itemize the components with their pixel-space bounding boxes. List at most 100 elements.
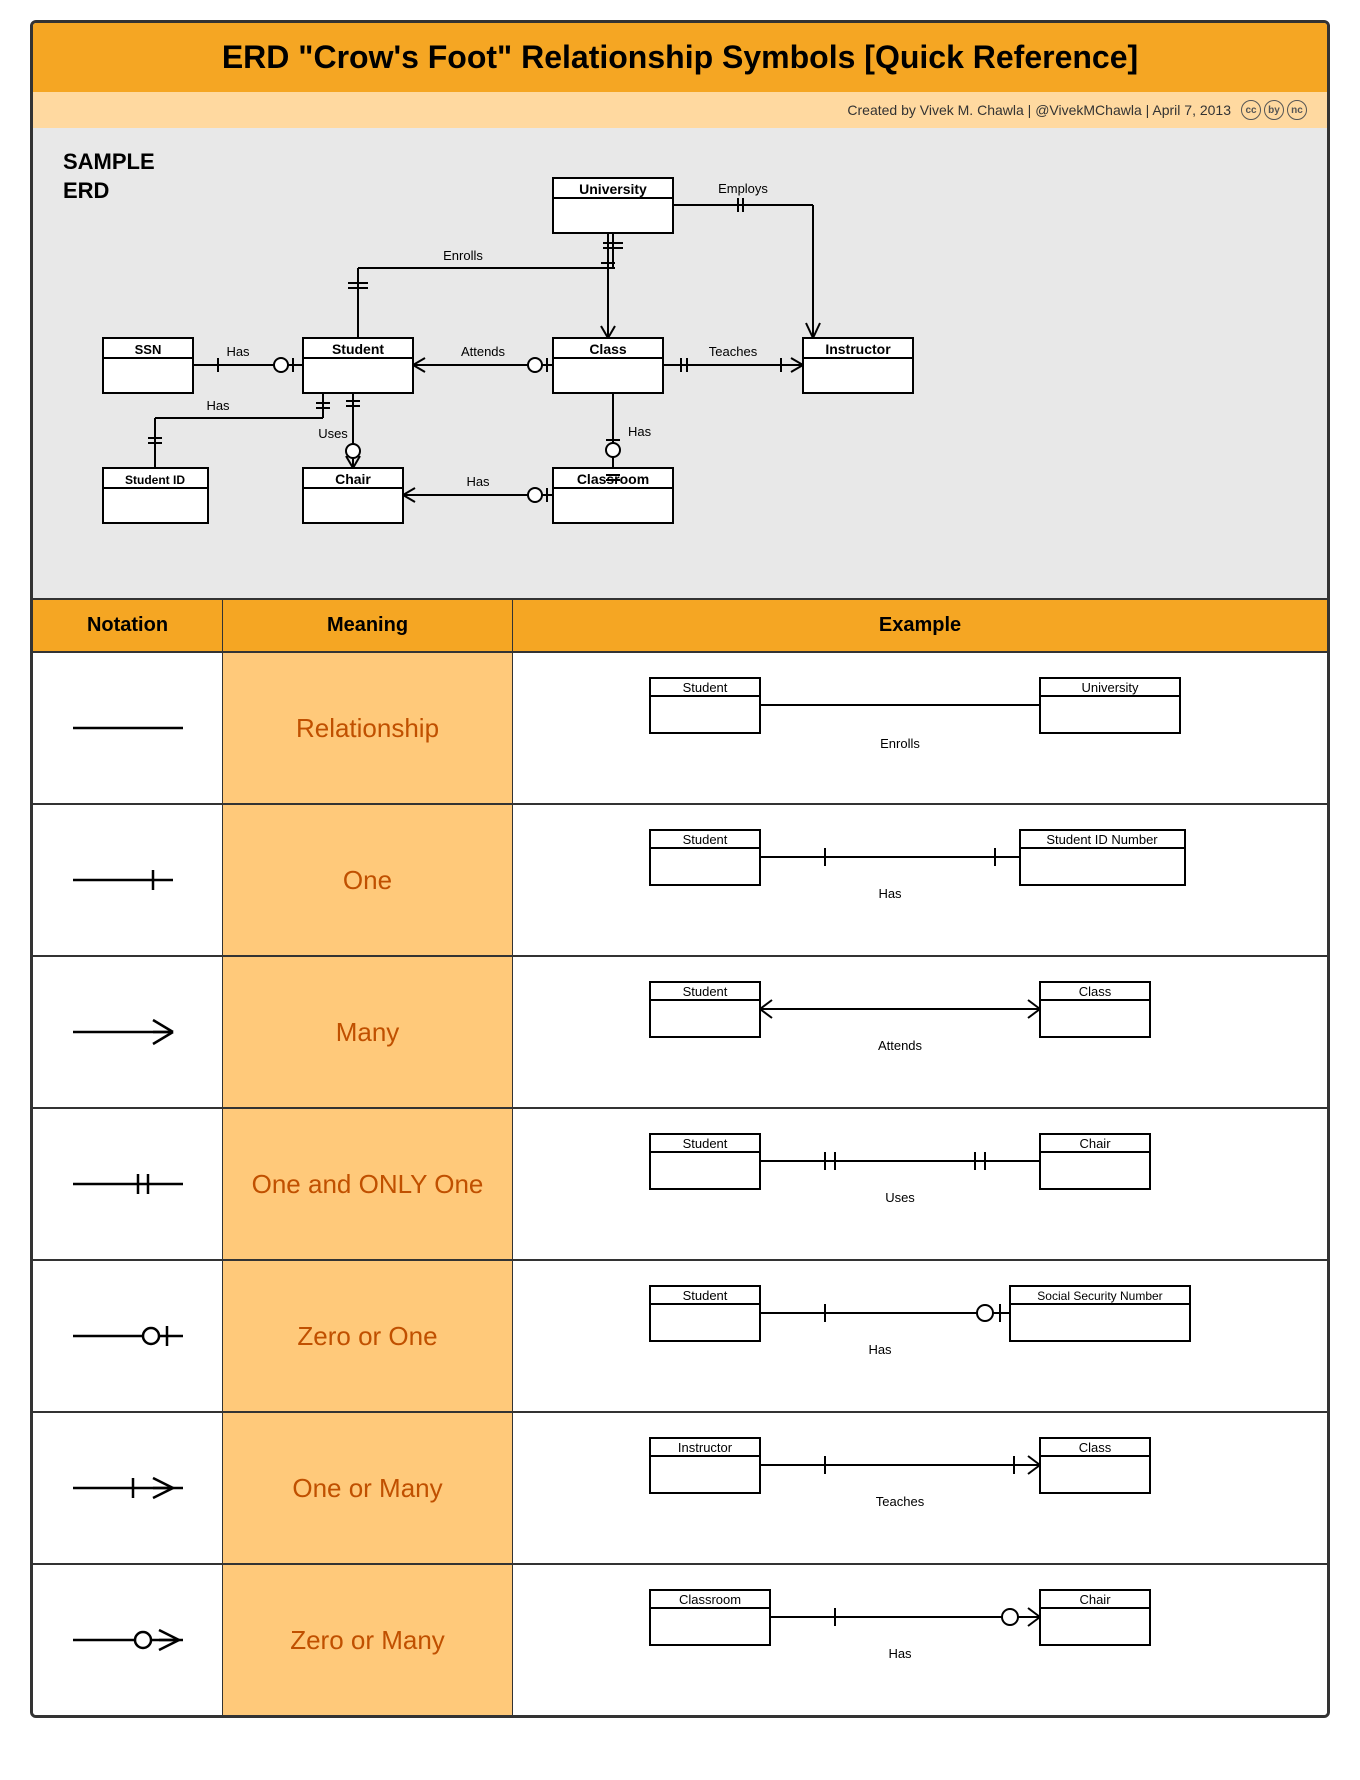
svg-text:Enrolls: Enrolls [443,248,483,263]
svg-text:Uses: Uses [318,426,348,441]
meaning-text-relationship: Relationship [296,713,439,744]
example-svg-one: Student Student ID Number Has [533,820,1307,940]
svg-text:Student: Student [683,984,728,999]
svg-text:Instructor: Instructor [678,1440,733,1455]
svg-text:University: University [1081,680,1139,695]
svg-text:Chair: Chair [1079,1136,1111,1151]
meaning-text-zero-one: Zero or One [297,1321,437,1352]
svg-text:Employs: Employs [718,181,768,196]
example-one: Student Student ID Number Has [513,805,1327,955]
notation-svg-zero-one [63,1311,193,1361]
notation-svg-zero-many [63,1615,193,1665]
notation-zero-many [33,1565,223,1715]
meaning-one-only: One and ONLY One [223,1109,513,1259]
example-svg-many: Student Class Attends [533,972,1307,1092]
meaning-one: One [223,805,513,955]
svg-text:Social Security Number: Social Security Number [1037,1289,1162,1303]
notation-one-many [33,1413,223,1563]
erd-section: SAMPLEERD University Student SSN Class [33,128,1327,600]
meaning-text-one: One [343,865,392,896]
example-relationship: Student University Enrolls [513,653,1327,803]
svg-text:Has: Has [226,344,250,359]
row-zero-many: Zero or Many Classroom Chair [33,1565,1327,1715]
header-notation: Notation [33,600,223,651]
svg-text:Has: Has [466,474,490,489]
svg-text:Has: Has [878,886,902,901]
svg-text:Student ID Number: Student ID Number [1046,832,1158,847]
example-svg-zero-one: Student Social Security Number Has [533,1276,1307,1396]
example-one-many: Instructor Class Teaches [513,1413,1327,1563]
example-svg-relationship: Student University Enrolls [533,668,1307,788]
meaning-zero-many: Zero or Many [223,1565,513,1715]
svg-text:Chair: Chair [1079,1592,1111,1607]
svg-text:Class: Class [1079,984,1112,999]
ex-label: Student [683,680,728,695]
svg-text:Uses: Uses [885,1190,915,1205]
svg-text:Has: Has [868,1342,892,1357]
svg-text:Student: Student [683,832,728,847]
notation-zero-one [33,1261,223,1411]
row-zero-one: Zero or One Student Social Security Numb… [33,1261,1327,1413]
cc-icons: cc by nc [1241,100,1307,120]
header-meaning: Meaning [223,600,513,651]
row-one: One Student Student ID Number Has [33,805,1327,957]
notation-svg-one-only [63,1159,193,1209]
meaning-text-zero-many: Zero or Many [290,1625,445,1656]
svg-text:Has: Has [628,424,652,439]
svg-text:Student: Student [332,341,384,357]
meaning-text-one-many: One or Many [292,1473,442,1504]
meaning-many: Many [223,957,513,1107]
example-zero-one: Student Social Security Number Has [513,1261,1327,1411]
svg-text:Teaches: Teaches [709,344,758,359]
subtitle-text: Created by Vivek M. Chawla | @VivekMChaw… [847,102,1231,118]
notation-relationship [33,653,223,803]
notation-svg-many [63,1007,193,1057]
notation-one [33,805,223,955]
svg-text:Attends: Attends [461,344,506,359]
meaning-text-many: Many [336,1017,400,1048]
title-bar: ERD "Crow's Foot" Relationship Symbols [… [33,23,1327,92]
svg-text:Enrolls: Enrolls [880,736,920,751]
example-zero-many: Classroom Chair Has [513,1565,1327,1715]
header-example: Example [513,600,1327,651]
svg-text:Has: Has [206,398,230,413]
notation-svg-one-many [63,1463,193,1513]
erd-svg: University Student SSN Class Instructor [63,148,1297,568]
by-icon: by [1264,100,1284,120]
svg-text:University: University [579,181,647,197]
table-header: Notation Meaning Example [33,600,1327,653]
notation-one-only [33,1109,223,1259]
meaning-one-many: One or Many [223,1413,513,1563]
svg-text:Teaches: Teaches [876,1494,925,1509]
example-many: Student Class Attends [513,957,1327,1107]
svg-text:Chair: Chair [335,471,371,487]
subtitle-bar: Created by Vivek M. Chawla | @VivekMChaw… [33,92,1327,128]
example-svg-zero-many: Classroom Chair Has [533,1580,1307,1700]
svg-text:Instructor: Instructor [825,341,891,357]
svg-text:Class: Class [1079,1440,1112,1455]
notation-svg-relationship [63,703,193,753]
meaning-text-one-only: One and ONLY One [252,1169,484,1200]
svg-text:Student: Student [683,1136,728,1151]
svg-text:Student: Student [683,1288,728,1303]
svg-text:Attends: Attends [878,1038,923,1053]
meaning-relationship: Relationship [223,653,513,803]
example-svg-one-only: Student Chair Uses [533,1124,1307,1244]
svg-text:Student ID: Student ID [125,473,185,487]
main-container: ERD "Crow's Foot" Relationship Symbols [… [30,20,1330,1718]
meaning-zero-one: Zero or One [223,1261,513,1411]
row-one-many: One or Many Instructor Class [33,1413,1327,1565]
row-one-only: One and ONLY One Student Chair [33,1109,1327,1261]
table-section: Notation Meaning Example Relationship St… [33,600,1327,1715]
notation-svg-one [63,855,193,905]
svg-text:SSN: SSN [135,342,162,357]
row-many: Many Student Class [33,957,1327,1109]
main-title: ERD "Crow's Foot" Relationship Symbols [… [53,39,1307,76]
erd-canvas: University Student SSN Class Instructor [63,148,1297,568]
cc-icon: cc [1241,100,1261,120]
svg-text:Has: Has [888,1646,912,1661]
svg-text:Class: Class [589,341,627,357]
svg-text:Classroom: Classroom [679,1592,741,1607]
nc-icon: nc [1287,100,1307,120]
row-relationship: Relationship Student University Enrolls [33,653,1327,805]
